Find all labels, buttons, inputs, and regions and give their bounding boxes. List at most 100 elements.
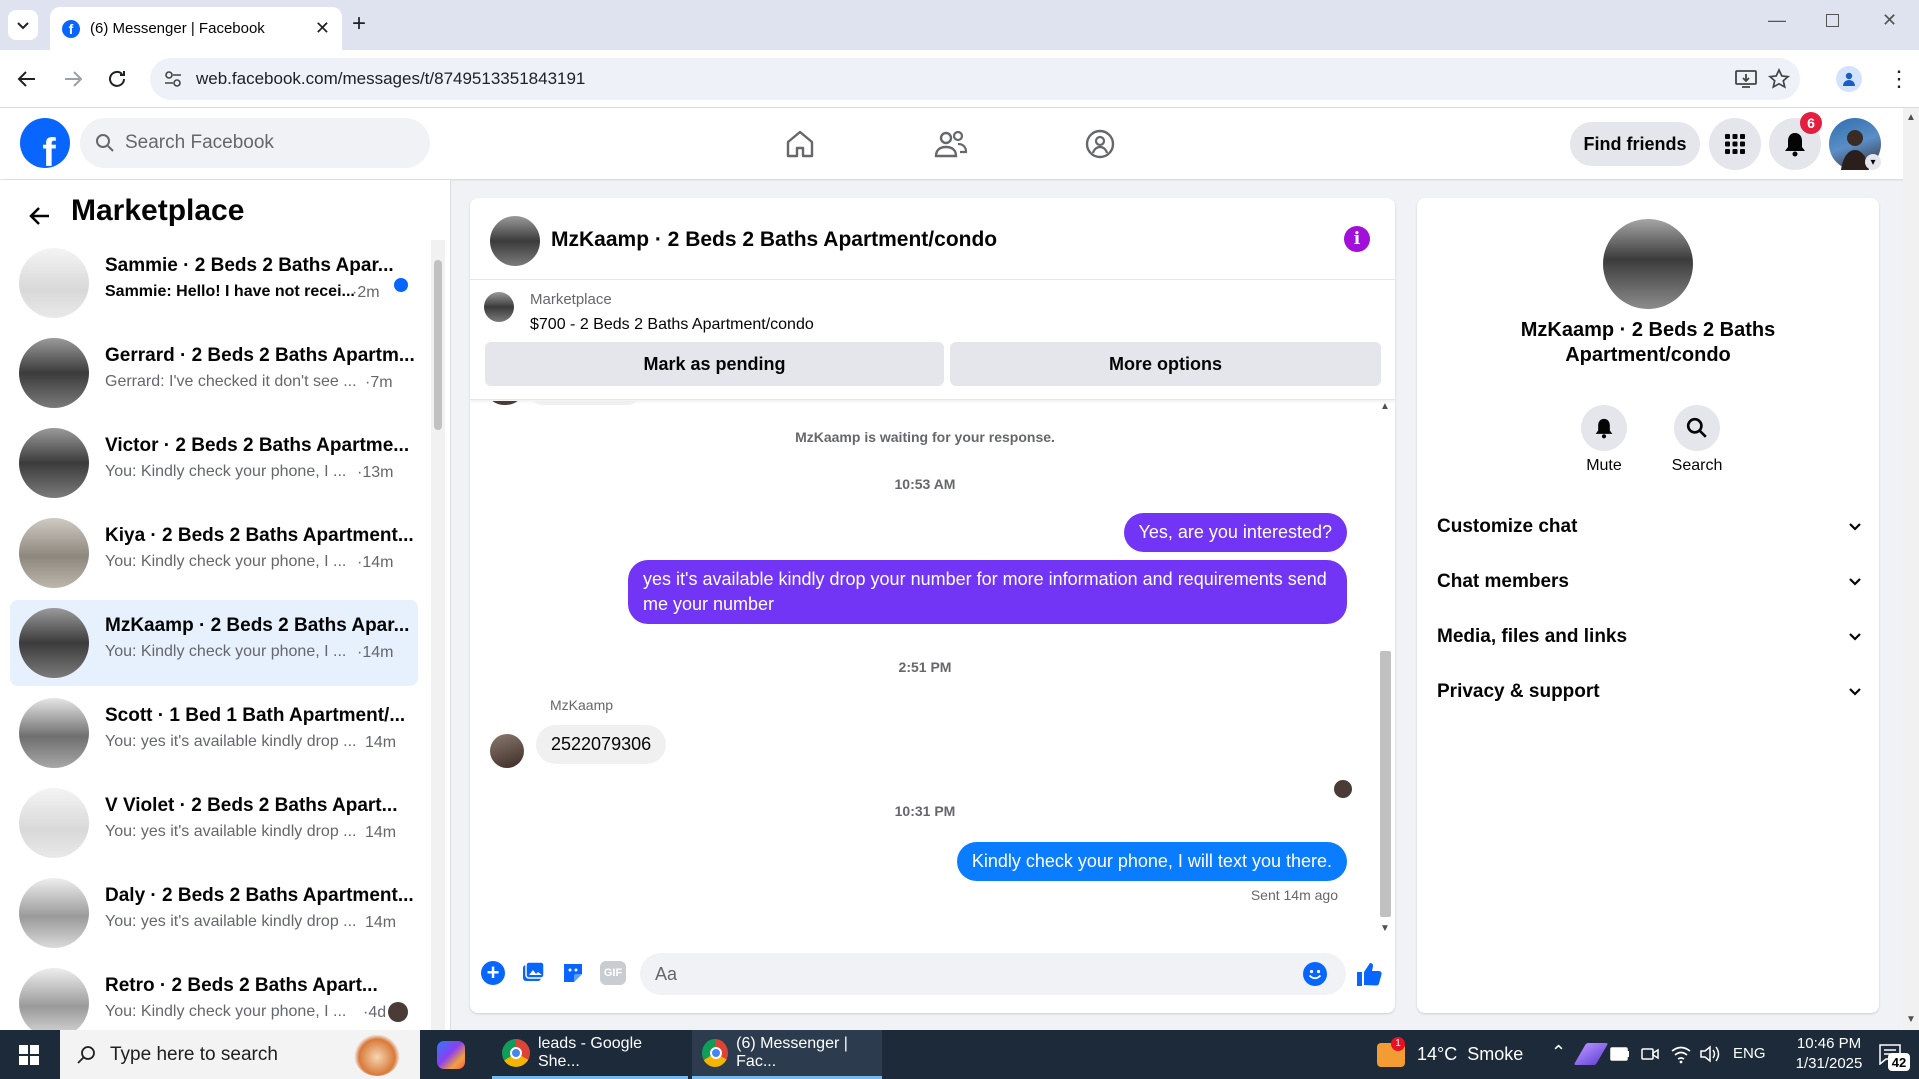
accordion-chat-members[interactable]: Chat members bbox=[1437, 562, 1862, 602]
install-app-icon[interactable] bbox=[1735, 69, 1757, 89]
taskbar-search-box[interactable]: Type here to search bbox=[60, 1030, 420, 1079]
incoming-message[interactable]: 2522079306 bbox=[536, 725, 667, 764]
taskbar-app-sheets[interactable]: leads - Google She... bbox=[492, 1030, 688, 1079]
tab-search-button[interactable] bbox=[8, 10, 38, 40]
sidebar-scroll-thumb[interactable] bbox=[434, 260, 442, 430]
sent-status: Sent 14m ago bbox=[1250, 887, 1338, 903]
conversation-title: Victor · 2 Beds 2 Baths Apartme... bbox=[105, 435, 410, 456]
message-input[interactable]: Aa bbox=[640, 953, 1346, 995]
back-arrow-icon[interactable] bbox=[28, 204, 52, 228]
meet-now-icon[interactable] bbox=[1640, 1044, 1660, 1064]
weather-text: 14°C Smoke bbox=[1417, 1044, 1524, 1064]
home-icon[interactable] bbox=[784, 128, 816, 160]
weather-widget[interactable]: 1 14°C Smoke bbox=[1377, 1030, 1523, 1079]
search-icon bbox=[1686, 417, 1707, 438]
copilot-icon[interactable] bbox=[437, 1041, 465, 1069]
outgoing-message[interactable]: Kindly check your phone, I will text you… bbox=[956, 842, 1347, 881]
language-indicator[interactable]: ENG bbox=[1733, 1045, 1766, 1062]
listing-title[interactable]: $700 - 2 Beds 2 Baths Apartment/condo bbox=[530, 316, 814, 334]
action-center-icon[interactable]: 42 bbox=[1878, 1043, 1910, 1071]
listing-thumbnail bbox=[19, 968, 89, 1030]
window-close-button[interactable]: ✕ bbox=[1882, 10, 1897, 31]
tab-close-icon[interactable]: ✕ bbox=[315, 18, 330, 39]
conversation-time: 14m bbox=[365, 824, 397, 841]
conversation-item[interactable]: Retro · 2 Beds 2 Baths Apart... You: Kin… bbox=[10, 960, 418, 1030]
profile-icon[interactable] bbox=[1836, 66, 1862, 92]
gif-icon[interactable]: GIF bbox=[600, 961, 626, 985]
listing-thumbnail bbox=[19, 788, 89, 858]
chat-panel: MzKaamp · 2 Beds 2 Baths Apartment/condo… bbox=[470, 198, 1395, 1013]
window-restore-button[interactable] bbox=[1826, 14, 1839, 27]
search-circle[interactable] bbox=[1674, 405, 1720, 451]
forward-arrow-icon[interactable] bbox=[62, 68, 84, 90]
wifi-icon[interactable] bbox=[1670, 1044, 1692, 1064]
volume-icon[interactable] bbox=[1699, 1044, 1721, 1064]
address-bar[interactable]: web.facebook.com/messages/t/874951335184… bbox=[150, 58, 1800, 100]
tray-overflow-icon[interactable]: ⌃ bbox=[1551, 1042, 1566, 1063]
more-options-button[interactable]: More options bbox=[950, 342, 1381, 386]
search-in-chat-button[interactable]: Search bbox=[1667, 405, 1727, 475]
back-arrow-icon[interactable] bbox=[16, 68, 38, 90]
mute-circle[interactable] bbox=[1581, 405, 1627, 451]
bookmark-star-icon[interactable] bbox=[1768, 68, 1790, 90]
windows-start-icon[interactable] bbox=[19, 1045, 39, 1065]
thread-scroll-thumb[interactable] bbox=[1380, 651, 1391, 917]
facebook-search-input[interactable]: Search Facebook bbox=[80, 118, 430, 168]
taskbar-app-messenger[interactable]: (6) Messenger | Fac... bbox=[692, 1030, 882, 1079]
sender-avatar[interactable] bbox=[490, 734, 524, 768]
page-scrollbar[interactable]: ▲ ▼ bbox=[1903, 108, 1919, 1030]
sidebar-scrollbar[interactable] bbox=[431, 240, 445, 1030]
conversation-item[interactable]: Victor · 2 Beds 2 Baths Apartme... You: … bbox=[10, 420, 418, 506]
new-tab-button[interactable]: + bbox=[352, 10, 366, 38]
battery-icon[interactable] bbox=[1610, 1047, 1630, 1061]
conversation-item-active[interactable]: MzKaamp · 2 Beds 2 Baths Apar... You: Ki… bbox=[10, 600, 418, 686]
search-icon bbox=[77, 1046, 95, 1064]
listing-thumbnail[interactable] bbox=[484, 292, 514, 322]
thumbs-up-icon[interactable] bbox=[1355, 960, 1383, 988]
accordion-media-files-links[interactable]: Media, files and links bbox=[1437, 617, 1862, 657]
chat-avatar[interactable] bbox=[490, 216, 540, 266]
conversation-item[interactable]: Sammie · 2 Beds 2 Baths Apar... Sammie: … bbox=[10, 240, 418, 326]
info-icon[interactable]: i bbox=[1344, 226, 1370, 252]
window-minimize-button[interactable]: — bbox=[1768, 10, 1786, 31]
scroll-up-icon[interactable]: ▲ bbox=[1380, 401, 1390, 412]
friends-icon[interactable] bbox=[934, 128, 968, 160]
sidebar-title: Marketplace bbox=[71, 194, 245, 227]
photo-icon[interactable] bbox=[521, 961, 545, 985]
scroll-down-icon[interactable]: ▼ bbox=[1380, 923, 1390, 934]
thread-scrollbar[interactable]: ▲ ▼ bbox=[1377, 401, 1393, 941]
account-chevron-icon[interactable]: ▾ bbox=[1865, 154, 1881, 170]
browser-tab[interactable]: f (6) Messenger | Facebook ✕ bbox=[50, 7, 342, 50]
emoji-icon[interactable] bbox=[1303, 962, 1327, 986]
conversation-item[interactable]: Kiya · 2 Beds 2 Baths Apartment... You: … bbox=[10, 510, 418, 596]
scroll-up-icon[interactable]: ▲ bbox=[1906, 112, 1916, 123]
sticker-icon[interactable] bbox=[561, 961, 585, 985]
site-settings-icon[interactable] bbox=[164, 70, 182, 88]
find-friends-button[interactable]: Find friends bbox=[1570, 122, 1700, 166]
conversation-item[interactable]: V Violet · 2 Beds 2 Baths Apart... You: … bbox=[10, 780, 418, 866]
browser-menu-icon[interactable]: ⋮ bbox=[1888, 64, 1910, 94]
listing-bar: Marketplace $700 - 2 Beds 2 Baths Apartm… bbox=[470, 280, 1395, 400]
accordion-customize-chat[interactable]: Customize chat bbox=[1437, 507, 1862, 547]
info-avatar[interactable] bbox=[1603, 219, 1693, 309]
outgoing-message[interactable]: Yes, are you interested? bbox=[1123, 513, 1347, 552]
reload-icon[interactable] bbox=[106, 68, 128, 90]
mute-button[interactable]: Mute bbox=[1579, 405, 1629, 475]
conversation-item[interactable]: Gerrard · 2 Beds 2 Baths Apartm... Gerra… bbox=[10, 330, 418, 416]
add-more-icon[interactable]: + bbox=[481, 961, 505, 985]
conversation-item[interactable]: Scott · 1 Bed 1 Bath Apartment/... You: … bbox=[10, 690, 418, 776]
account-avatar[interactable]: ▾ bbox=[1829, 118, 1881, 170]
cut-off-avatar bbox=[490, 401, 520, 405]
pen-icon[interactable] bbox=[1573, 1043, 1609, 1065]
menu-grid-button[interactable] bbox=[1709, 118, 1761, 170]
groups-icon[interactable] bbox=[1084, 128, 1116, 160]
search-label: Search bbox=[1671, 457, 1723, 474]
facebook-logo[interactable]: f bbox=[20, 118, 70, 168]
chat-title[interactable]: MzKaamp · 2 Beds 2 Baths Apartment/condo bbox=[551, 228, 997, 252]
scroll-down-icon[interactable]: ▼ bbox=[1906, 1014, 1916, 1025]
accordion-privacy-support[interactable]: Privacy & support bbox=[1437, 672, 1862, 712]
taskbar-clock[interactable]: 10:46 PM 1/31/2025 bbox=[1784, 1034, 1874, 1074]
outgoing-message[interactable]: yes it's available kindly drop your numb… bbox=[628, 560, 1347, 624]
mark-as-pending-button[interactable]: Mark as pending bbox=[485, 342, 944, 386]
conversation-item[interactable]: Daly · 2 Beds 2 Baths Apartment... You: … bbox=[10, 870, 418, 956]
